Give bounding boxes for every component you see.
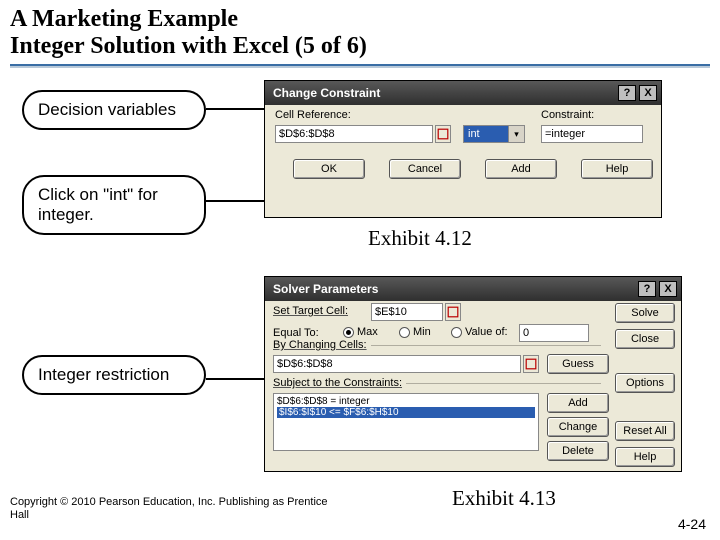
input-value: =integer <box>545 128 585 140</box>
cancel-button[interactable]: Cancel <box>389 159 461 179</box>
ok-button[interactable]: OK <box>293 159 365 179</box>
solve-button[interactable]: Solve <box>615 303 675 323</box>
input-cell-reference[interactable]: $D$6:$D$8 <box>275 125 433 143</box>
radio-value-of[interactable]: Value of: <box>451 326 508 338</box>
radio-icon <box>343 327 354 338</box>
callout-label: Integer restriction <box>38 365 169 384</box>
grid-icon <box>446 306 460 318</box>
callout-label: Click on "int" for integer. <box>38 185 158 224</box>
slide-title-line1: A Marketing Example <box>10 6 710 33</box>
guess-button[interactable]: Guess <box>547 354 609 374</box>
title-underline-shadow <box>10 66 710 68</box>
help-icon[interactable]: ? <box>638 281 656 297</box>
dialog-change-constraint: Change Constraint ? X Cell Reference: $D… <box>264 80 662 218</box>
grid-icon <box>436 128 450 140</box>
range-picker-icon[interactable] <box>435 125 451 143</box>
input-target-cell[interactable]: $E$10 <box>371 303 443 321</box>
help-button[interactable]: Help <box>615 447 675 467</box>
close-button[interactable]: Close <box>615 329 675 349</box>
slide-title-line2: Integer Solution with Excel (5 of 6) <box>10 33 710 60</box>
input-changing-cells[interactable]: $D$6:$D$8 <box>273 355 521 373</box>
radio-icon <box>399 327 410 338</box>
callout-label: Decision variables <box>38 100 176 119</box>
add-button[interactable]: Add <box>485 159 557 179</box>
label-equal-to: Equal To: <box>273 327 319 339</box>
dialog-title: Solver Parameters <box>273 282 378 296</box>
add-constraint-button[interactable]: Add <box>547 393 609 413</box>
input-value: $E$10 <box>375 306 407 318</box>
titlebar: Solver Parameters ? X <box>265 277 681 301</box>
copyright-text: Copyright © 2010 Pearson Education, Inc.… <box>10 496 340 522</box>
radio-min[interactable]: Min <box>399 326 431 338</box>
callout-decision-variables: Decision variables <box>22 90 206 130</box>
close-icon[interactable]: X <box>659 281 677 297</box>
input-value: $D$6:$D$8 <box>279 128 335 140</box>
dialog-solver-parameters: Solver Parameters ? X Solve Close Option… <box>264 276 682 472</box>
label-subject-to-constraints: Subject to the Constraints: <box>273 377 406 389</box>
input-constraint[interactable]: =integer <box>541 125 643 143</box>
callout-click-int: Click on "int" for integer. <box>22 175 206 235</box>
dropdown-operator[interactable]: int ▾ <box>463 125 525 143</box>
options-button[interactable]: Options <box>615 373 675 393</box>
delete-constraint-button[interactable]: Delete <box>547 441 609 461</box>
list-item: $I$6:$I$10 <= $F$6:$H$10 <box>277 407 535 418</box>
change-constraint-button[interactable]: Change <box>547 417 609 437</box>
range-picker-icon[interactable] <box>523 355 539 373</box>
exhibit-label-413: Exhibit 4.13 <box>452 486 556 511</box>
label-cell-reference: Cell Reference: <box>275 109 351 121</box>
callout-integer-restriction: Integer restriction <box>22 355 206 395</box>
grid-icon <box>524 358 538 370</box>
slide-title-block: A Marketing Example Integer Solution wit… <box>0 0 720 62</box>
input-value: $D$6:$D$8 <box>277 358 333 370</box>
dropdown-value: int <box>468 128 480 140</box>
help-icon[interactable]: ? <box>618 85 636 101</box>
listbox-constraints[interactable]: $D$6:$D$8 = integer $I$6:$I$10 <= $F$6:$… <box>273 393 539 451</box>
exhibit-label-412: Exhibit 4.12 <box>368 226 472 251</box>
reset-all-button[interactable]: Reset All <box>615 421 675 441</box>
input-value: 0 <box>523 327 529 339</box>
chevron-down-icon[interactable]: ▾ <box>509 125 525 143</box>
radio-max[interactable]: Max <box>343 326 378 338</box>
list-item: $D$6:$D$8 = integer <box>277 396 535 407</box>
radio-icon <box>451 327 462 338</box>
dialog-title: Change Constraint <box>273 86 380 100</box>
label-constraint: Constraint: <box>541 109 594 121</box>
label-set-target-cell: Set Target Cell: <box>273 305 348 317</box>
label-by-changing-cells: By Changing Cells: <box>273 339 371 351</box>
close-icon[interactable]: X <box>639 85 657 101</box>
range-picker-icon[interactable] <box>445 303 461 321</box>
page-number: 4-24 <box>678 516 706 532</box>
titlebar: Change Constraint ? X <box>265 81 661 105</box>
help-button[interactable]: Help <box>581 159 653 179</box>
input-value-of[interactable]: 0 <box>519 324 589 342</box>
